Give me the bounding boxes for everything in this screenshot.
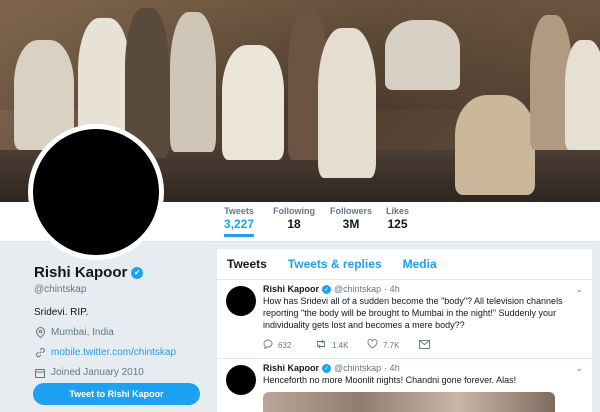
tab-tweets[interactable]: Tweets <box>227 257 267 271</box>
location-text: Mumbai, India <box>51 327 114 338</box>
verified-badge-icon: ✓ <box>322 284 332 294</box>
tweet-text: Henceforth no more Moonlit nights! Chand… <box>263 375 517 385</box>
stat-tweets[interactable]: Tweets 3,227 <box>224 206 255 237</box>
profile-avatar[interactable] <box>28 124 164 260</box>
like-count: 7.7K <box>383 341 400 350</box>
tweet-time[interactable]: · 4h <box>384 363 400 373</box>
tweet-actions: 632 1.4K 7.7K <box>263 339 582 352</box>
tab-tweets-replies[interactable]: Tweets & replies <box>288 257 382 271</box>
stat-label: Followers <box>330 206 373 216</box>
tweet-author-handle[interactable]: @chintskap <box>334 284 381 294</box>
tweet-author-name[interactable]: Rishi Kapoor <box>263 363 319 373</box>
tweet-item[interactable]: Rishi Kapoor ✓ @chintskap · 4h ⌄ How has… <box>217 280 592 359</box>
profile-name[interactable]: Rishi Kapoor <box>34 264 127 281</box>
timeline: Tweets Tweets & replies Media Rishi Kapo… <box>217 249 592 412</box>
tweet-text: How has Sridevi all of a sudden become t… <box>263 296 563 330</box>
stat-label: Likes <box>386 206 410 216</box>
joined-text: Joined January 2010 <box>51 367 144 378</box>
verified-badge-icon: ✓ <box>131 266 144 279</box>
tweet-author-handle[interactable]: @chintskap <box>334 363 381 373</box>
tweet-media-image[interactable] <box>263 392 555 412</box>
tweet-author-name[interactable]: Rishi Kapoor <box>263 284 319 294</box>
retweet-button[interactable]: 1.4K <box>315 339 367 352</box>
banner-figure <box>455 95 535 195</box>
verified-badge-icon: ✓ <box>322 363 332 373</box>
link-icon <box>34 347 46 358</box>
tweet-header: Rishi Kapoor ✓ @chintskap · 4h <box>263 284 582 294</box>
heart-icon <box>367 339 378 352</box>
tweet-to-button[interactable]: Tweet to Rishi Kapoor <box>33 383 200 405</box>
stat-value: 3,227 <box>224 217 255 231</box>
tweet-avatar[interactable] <box>226 365 256 395</box>
like-button[interactable]: 7.7K <box>367 339 419 352</box>
profile-website[interactable]: mobile.twitter.com/chintskap <box>34 347 209 358</box>
chevron-down-icon[interactable]: ⌄ <box>575 363 583 374</box>
profile-name-row: Rishi Kapoor ✓ <box>34 264 209 281</box>
banner-figure <box>318 28 376 178</box>
profile-handle[interactable]: @chintskap <box>34 284 209 295</box>
stat-value: 3M <box>342 217 360 231</box>
stat-following[interactable]: Following 18 <box>273 206 315 231</box>
tweet-item[interactable]: Rishi Kapoor ✓ @chintskap · 4h ⌄ Hencefo… <box>217 359 592 412</box>
retweet-icon <box>315 339 327 352</box>
stat-label: Following <box>273 206 315 216</box>
retweet-count: 1.4K <box>332 341 349 350</box>
profile-joined: Joined January 2010 <box>34 367 209 378</box>
timeline-tabs: Tweets Tweets & replies Media <box>217 249 592 280</box>
banner-figure <box>565 40 600 150</box>
website-link[interactable]: mobile.twitter.com/chintskap <box>51 347 176 358</box>
profile-location: Mumbai, India <box>34 327 209 338</box>
reply-button[interactable]: 632 <box>263 339 315 352</box>
direct-message-button[interactable] <box>419 339 471 352</box>
tweet-header: Rishi Kapoor ✓ @chintskap · 4h <box>263 363 582 373</box>
banner-figure <box>385 20 460 90</box>
stat-value: 18 <box>287 217 301 231</box>
reply-count: 632 <box>278 341 292 350</box>
profile-card: Rishi Kapoor ✓ @chintskap Sridevi. RIP. … <box>34 264 209 378</box>
banner-figure <box>170 12 216 152</box>
tweet-time[interactable]: · 4h <box>384 284 400 294</box>
stat-label: Tweets <box>224 206 254 216</box>
calendar-icon <box>34 368 46 378</box>
stat-followers[interactable]: Followers 3M <box>330 206 372 231</box>
reply-icon <box>263 339 273 352</box>
banner-figure <box>222 45 284 160</box>
chevron-down-icon[interactable]: ⌄ <box>575 284 583 295</box>
profile-bio: Sridevi. RIP. <box>34 307 89 318</box>
stat-likes[interactable]: Likes 125 <box>386 206 409 231</box>
stat-value: 125 <box>387 217 408 231</box>
message-icon <box>419 339 430 352</box>
tab-media[interactable]: Media <box>403 257 437 271</box>
tweet-avatar[interactable] <box>226 286 256 316</box>
location-pin-icon <box>34 327 46 338</box>
